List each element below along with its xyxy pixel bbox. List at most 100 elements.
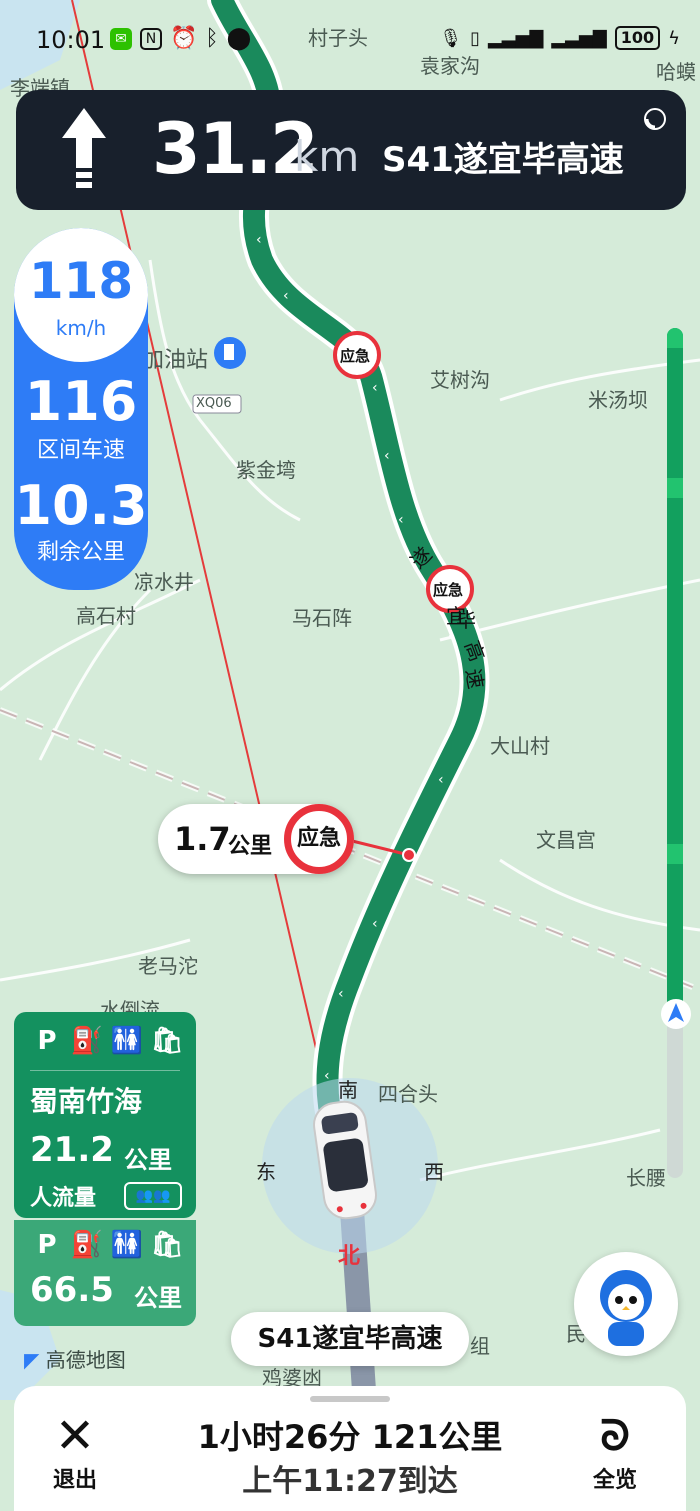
route-overview-icon: ᘐ: [600, 1411, 630, 1460]
shop-icon: 🛍: [150, 1026, 184, 1056]
crowd-label: 人流量: [30, 1186, 97, 1211]
svg-text:‹: ‹: [398, 512, 404, 528]
current-road-pill: S41遂宜毕高速: [231, 1312, 469, 1366]
service-amenities: P ⛽ 🚻 🛍: [30, 1230, 184, 1260]
place-label: 老马沱: [138, 954, 198, 978]
restroom-icon: 🚻: [110, 1026, 144, 1056]
logo-text: 高德地图: [45, 1348, 126, 1372]
svg-text:‹: ‹: [438, 772, 444, 788]
service-area-unit: 公里: [134, 1284, 182, 1312]
place-label: 大山村: [490, 734, 550, 758]
callout-unit: 公里: [228, 834, 273, 859]
speed-limit-unit: km/h: [55, 316, 107, 340]
drag-handle[interactable]: [310, 1396, 390, 1402]
progress-marker: [667, 328, 683, 348]
location-icon: ⬤: [226, 26, 252, 51]
place-label: 长腰: [626, 1166, 666, 1190]
place-label: 组: [470, 1334, 490, 1358]
gas-station-label: 加油站: [142, 348, 209, 373]
section-speed-label: 区间车速: [36, 438, 125, 463]
emergency-lane-callout[interactable]: 1.7 公里 应急: [158, 804, 354, 874]
place-label: 米汤坝: [588, 388, 648, 412]
remaining-distance-label: 剩余公里: [36, 540, 125, 565]
bluetooth-icon: ᛒ: [205, 26, 219, 51]
voice-assistant-avatar[interactable]: [574, 1252, 678, 1356]
crowd-level-icon: 👥👥: [124, 1182, 182, 1210]
road-shield-label: XQ06: [196, 396, 232, 411]
progress-traveled: [667, 328, 683, 1008]
route-label-char: 毕: [456, 608, 476, 632]
compass-west: 西: [424, 1160, 444, 1184]
status-bar: 10:01 ✉ N ⏰ ᛒ ⬤ 🎙 ▯ ▂▃▅▇ ▂▃▅▇ 100 ϟ: [0, 22, 700, 62]
progress-marker: [667, 844, 683, 864]
speed-limit-value: 118: [28, 252, 134, 310]
battery-icon: 100: [614, 26, 661, 50]
status-left-icons: ✉ N ⏰ ᛒ ⬤: [110, 26, 251, 51]
distance-unit: km: [294, 132, 360, 181]
svg-text:‹: ‹: [448, 628, 454, 644]
logo-arrow-icon: ◤: [24, 1348, 40, 1372]
svg-text:‹: ‹: [384, 448, 390, 464]
speed-panel: 118 km/h 116 区间车速 10.3 剩余公里: [14, 228, 148, 590]
alarm-icon: ⏰: [170, 26, 198, 51]
place-label: 四合头: [378, 1082, 438, 1106]
satellite-icon[interactable]: [642, 106, 668, 132]
place-label: 高石村: [76, 604, 136, 628]
assistant-mascot-icon: [600, 1270, 652, 1346]
navigation-banner[interactable]: 31.2 km S41遂宜毕高速: [16, 90, 686, 210]
fuel-icon: ⛽: [70, 1230, 104, 1260]
svg-text:‹: ‹: [283, 288, 289, 304]
svg-text:‹: ‹: [256, 232, 262, 248]
status-time: 10:01: [36, 26, 106, 54]
nfc-icon: N: [140, 27, 162, 50]
place-label: 紫金塆: [236, 458, 296, 482]
place-label: 马石阵: [292, 606, 352, 630]
svg-text:‹: ‹: [372, 916, 378, 932]
parking-icon: P: [37, 1230, 57, 1260]
service-area-distance: 66.5: [30, 1270, 114, 1310]
callout-distance: 1.7: [174, 820, 231, 858]
signal-icon: ▂▃▅▇: [551, 27, 607, 49]
emergency-sign[interactable]: 应急: [433, 579, 463, 600]
next-road-name: S41遂宜毕高速: [382, 140, 624, 180]
compass-east: 东: [256, 1160, 276, 1184]
svg-text:‹: ‹: [338, 986, 344, 1002]
shop-icon: 🛍: [150, 1230, 184, 1260]
place-label: 文昌宫: [536, 828, 596, 852]
service-area-unit: 公里: [124, 1146, 172, 1174]
divider: [30, 1070, 180, 1071]
amap-logo: ◤ 高德地图: [24, 1344, 126, 1373]
progress-marker: [667, 478, 683, 498]
route-progress-bar: [667, 328, 683, 1178]
svg-text:‹: ‹: [372, 380, 378, 396]
parking-icon: P: [37, 1026, 57, 1056]
current-position-arrow-icon: [661, 999, 691, 1029]
section-speed-value: 116: [24, 370, 138, 433]
restroom-icon: 🚻: [110, 1230, 144, 1260]
status-right-icons: 🎙 ▯ ▂▃▅▇ ▂▃▅▇ 100 ϟ: [439, 26, 680, 50]
mic-icon: 🎙: [439, 27, 463, 49]
next-maneuver-distance: 31.2: [152, 108, 319, 190]
place-label: 凉水井: [134, 570, 194, 594]
remaining-distance-value: 10.3: [14, 474, 148, 537]
bottom-navigation-panel: ✕ 退出 1小时26分 121公里 上午11:27到达 ᘐ 全览: [14, 1386, 686, 1511]
service-amenities: P ⛽ 🚻 🛍: [30, 1026, 184, 1056]
speed-limit-sign: 118 km/h: [14, 228, 148, 362]
compass-south: 南: [338, 1078, 358, 1102]
emergency-sign[interactable]: 应急: [340, 345, 370, 366]
service-area-card[interactable]: P ⛽ 🚻 🛍 蜀南竹海 21.2 公里 人流量 👥👥: [14, 1012, 196, 1218]
overview-button[interactable]: ᘐ 全览: [584, 1410, 646, 1494]
overview-label: 全览: [592, 1468, 637, 1493]
straight-arrow-icon: [62, 108, 106, 188]
emergency-sign: 应急: [284, 804, 354, 874]
service-area-distance: 21.2: [30, 1130, 114, 1170]
service-area-name: 蜀南竹海: [30, 1085, 143, 1118]
signal-icon: ▂▃▅▇: [487, 27, 544, 49]
wechat-icon: ✉: [110, 27, 132, 50]
service-area-card[interactable]: P ⛽ 🚻 🛍 66.5 公里: [14, 1220, 196, 1326]
charging-icon: ϟ: [668, 27, 680, 49]
fuel-icon: ⛽: [70, 1026, 104, 1056]
vibrate-icon: ▯: [470, 27, 480, 49]
compass-north: 北: [338, 1244, 361, 1269]
place-label: 艾树沟: [430, 368, 490, 392]
